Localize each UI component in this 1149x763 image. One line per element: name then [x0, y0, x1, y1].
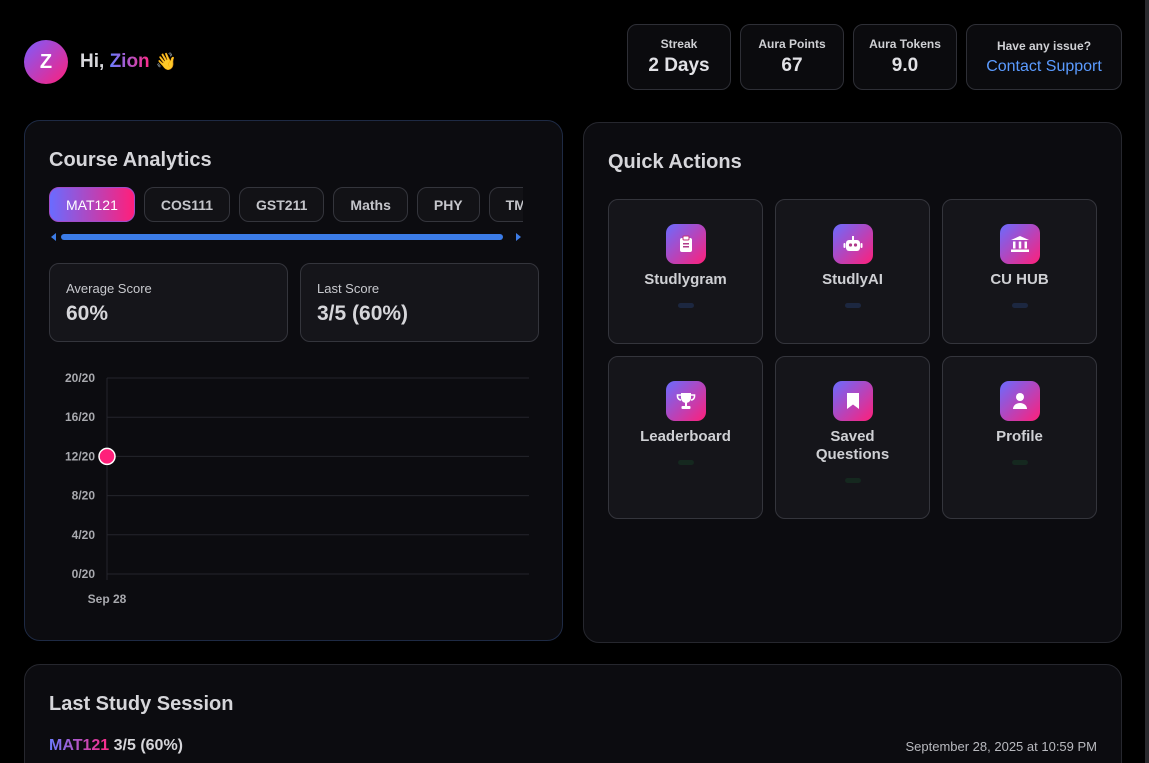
avatar[interactable]: Z — [24, 40, 68, 84]
average-score-value: 60% — [66, 302, 109, 325]
status-pill — [1011, 303, 1028, 308]
average-score-box: Average Score 60% — [49, 263, 288, 342]
wave-icon: 👋 — [155, 52, 177, 71]
stat-streak: Streak 2 Days — [627, 24, 731, 90]
tab-gst211[interactable]: GST211 — [239, 187, 325, 222]
status-pill — [844, 303, 861, 308]
last-study-session-card: Last Study Session MAT121 3/5 (60%) Sept… — [24, 664, 1122, 763]
action-studlyai[interactable]: StudlyAI — [775, 199, 930, 344]
stats-bar: Streak 2 Days Aura Points 67 Aura Tokens… — [627, 24, 1122, 90]
support-box: Have any issue? Contact Support — [966, 24, 1122, 90]
tab-phy[interactable]: PHY — [416, 187, 480, 222]
tabs-scrollbar[interactable] — [49, 232, 523, 242]
course-analytics-card: Course Analytics MAT121 COS111 GST211 Ma… — [24, 120, 563, 641]
session-summary: MAT121 3/5 (60%) — [49, 737, 183, 755]
tab-tmc[interactable]: TMC — [488, 187, 523, 222]
chart-y-tick-label: 8/20 — [72, 489, 96, 503]
quick-actions-title: Quick Actions — [608, 151, 742, 173]
user-icon — [999, 381, 1040, 421]
page-scrollbar[interactable] — [1145, 0, 1149, 763]
chart-y-tick-label: 20/20 — [65, 371, 95, 385]
institution-icon — [999, 224, 1040, 264]
action-leaderboard[interactable]: Leaderboard — [608, 356, 763, 519]
score-chart: 0/20 4/20 8/20 12/20 16/20 20/20 Sep 28 — [65, 371, 529, 606]
greeting-text: Hi, Zion 👋 — [80, 51, 177, 73]
status-pill — [844, 478, 861, 483]
chart-data-point[interactable] — [98, 447, 116, 466]
chart-y-tick-label: 0/20 — [72, 567, 96, 581]
stat-aura-points: Aura Points 67 — [740, 24, 844, 90]
status-pill — [677, 460, 694, 465]
course-analytics-title: Course Analytics — [49, 149, 212, 171]
action-label: Saved Questions — [815, 428, 890, 463]
support-label: Have any issue? — [996, 38, 1092, 53]
last-score-box: Last Score 3/5 (60%) — [300, 263, 539, 342]
action-label: CU HUB — [990, 271, 1049, 288]
action-label: StudlyAI — [822, 271, 883, 288]
quick-actions-card: Quick Actions Studlygram StudlyAI CU HUB… — [583, 122, 1122, 643]
average-score-label: Average Score — [66, 281, 152, 296]
stat-label: Aura Points — [758, 37, 826, 51]
contact-support-link[interactable]: Contact Support — [986, 58, 1102, 76]
scroll-right-icon[interactable] — [516, 233, 521, 241]
chart-y-tick-label: 4/20 — [72, 528, 96, 542]
trophy-icon — [665, 381, 706, 421]
action-studlygram[interactable]: Studlygram — [608, 199, 763, 344]
status-pill — [1011, 460, 1028, 465]
session-course-code[interactable]: MAT121 — [49, 737, 109, 754]
scroll-left-icon[interactable] — [51, 233, 56, 241]
stat-aura-tokens: Aura Tokens 9.0 — [853, 24, 957, 90]
greeting-hi: Hi, — [80, 51, 105, 72]
stat-value: 9.0 — [891, 55, 919, 76]
stat-value: 2 Days — [648, 55, 710, 76]
action-label: Studlygram — [644, 271, 727, 288]
bookmark-icon — [832, 381, 873, 421]
session-title: Last Study Session — [49, 693, 234, 715]
action-label: Profile — [996, 428, 1043, 445]
action-profile[interactable]: Profile — [942, 356, 1097, 519]
scrollbar-thumb[interactable] — [61, 234, 503, 240]
tab-maths[interactable]: Maths — [333, 187, 408, 222]
action-label: Leaderboard — [640, 428, 731, 445]
user-name: Zion — [109, 51, 150, 72]
tab-mat121[interactable]: MAT121 — [49, 187, 135, 222]
action-saved-questions[interactable]: Saved Questions — [775, 356, 930, 519]
chart-y-tick-label: 16/20 — [65, 410, 95, 424]
action-cu-hub[interactable]: CU HUB — [942, 199, 1097, 344]
course-tabs: MAT121 COS111 GST211 Maths PHY TMC — [49, 187, 523, 222]
status-pill — [677, 303, 694, 308]
stat-label: Streak — [660, 37, 698, 51]
last-score-label: Last Score — [317, 281, 380, 296]
session-date: September 28, 2025 at 10:59 PM — [905, 739, 1097, 754]
tab-cos111[interactable]: COS111 — [143, 187, 231, 222]
clipboard-icon — [665, 224, 706, 264]
chart-y-tick-label: 12/20 — [65, 449, 95, 463]
chart-x-tick-label: Sep 28 — [88, 592, 127, 606]
greeting: Z Hi, Zion 👋 — [24, 40, 177, 84]
session-score: 3/5 (60%) — [113, 737, 183, 754]
last-score-value: 3/5 (60%) — [317, 302, 409, 325]
stat-label: Aura Tokens — [869, 37, 941, 51]
robot-icon — [832, 224, 873, 264]
stat-value: 67 — [781, 55, 803, 76]
